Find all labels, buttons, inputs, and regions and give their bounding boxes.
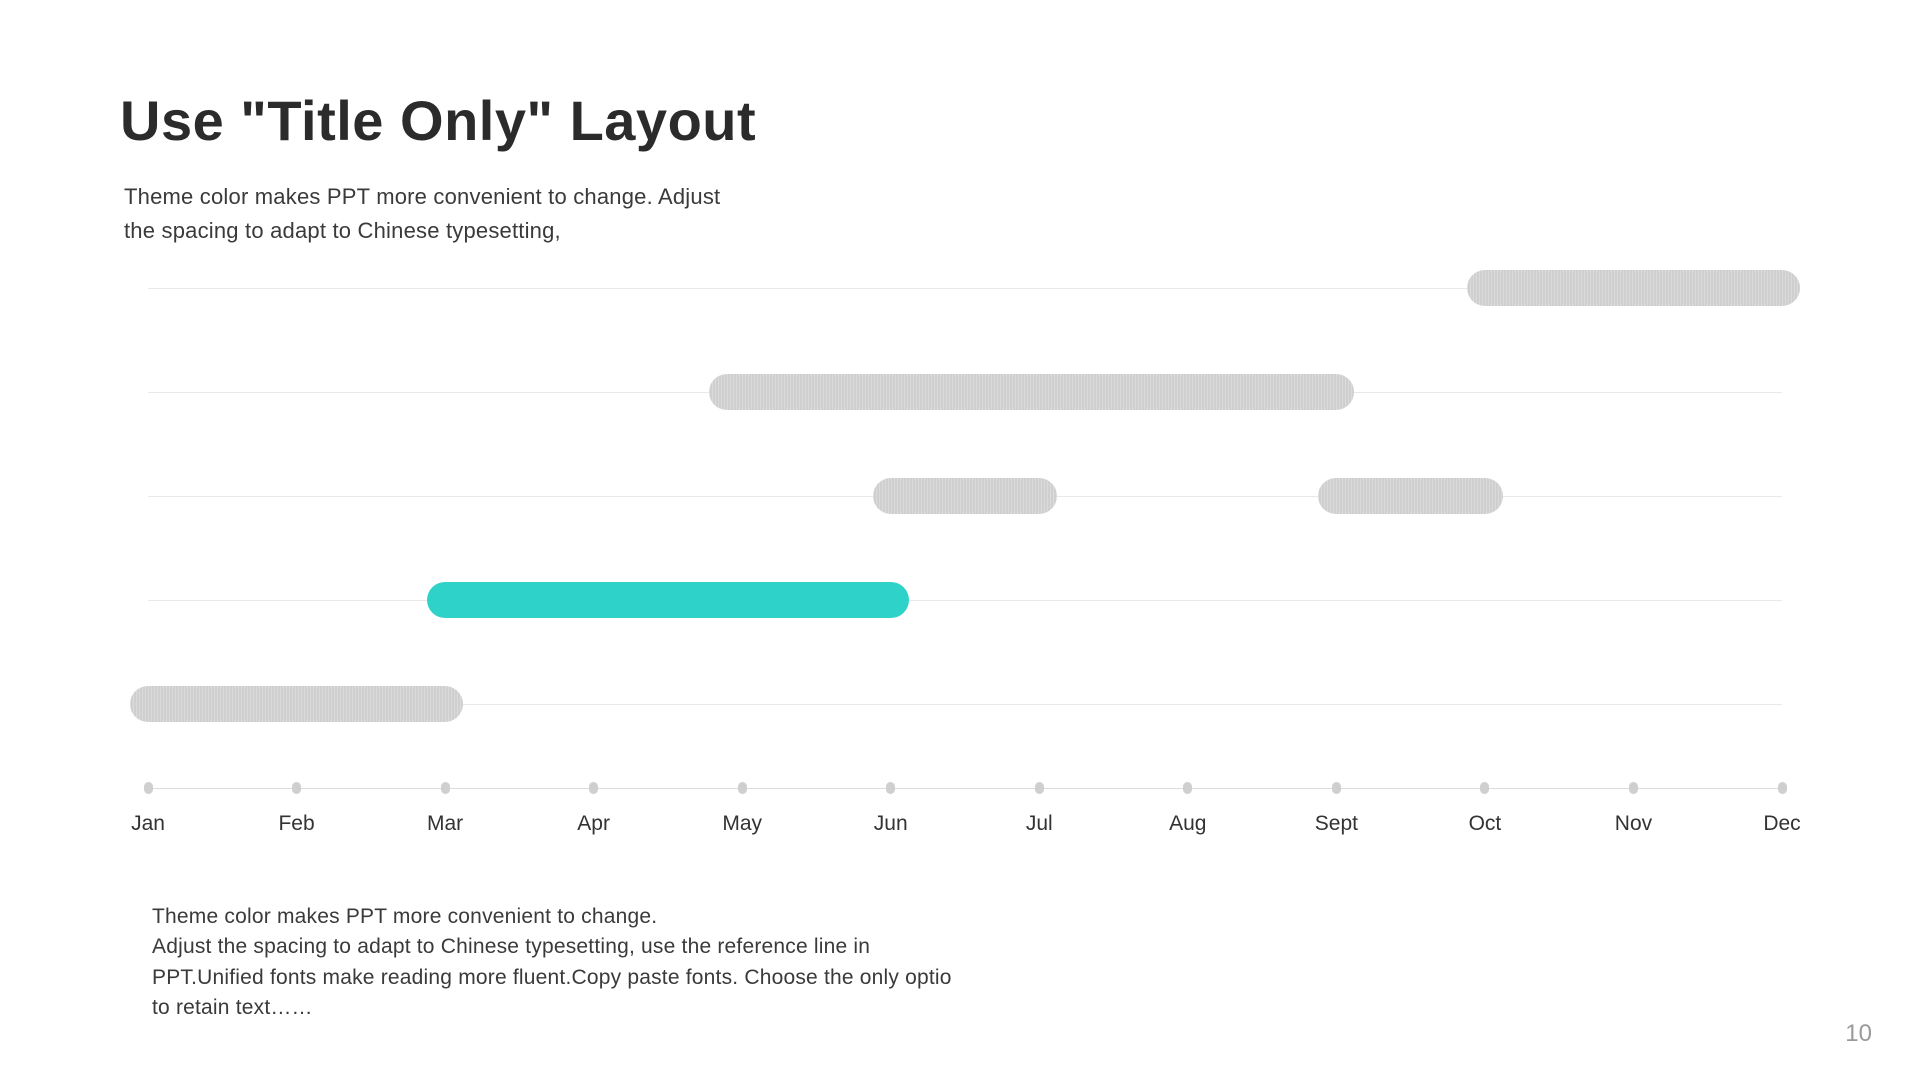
- page-number: 10: [1845, 1020, 1872, 1048]
- slide: Use "Title Only" Layout Theme color make…: [0, 0, 1920, 1080]
- tick-label: Nov: [1615, 812, 1652, 836]
- tick-dot-icon: [1778, 782, 1787, 794]
- tick-dot-icon: [441, 782, 450, 794]
- tick-dot-icon: [292, 782, 301, 794]
- tick-dot-icon: [1035, 782, 1044, 794]
- tick-label: Sept: [1315, 812, 1358, 836]
- tick-label: Mar: [427, 812, 463, 836]
- gantt-bar: [873, 478, 1058, 514]
- tick-label: Feb: [278, 812, 314, 836]
- axis-line: [148, 788, 1782, 789]
- tick-label: Apr: [577, 812, 610, 836]
- tick-dot-icon: [1332, 782, 1341, 794]
- tick-dot-icon: [886, 782, 895, 794]
- gantt-bar: [427, 582, 909, 618]
- gantt-bar: [709, 374, 1354, 410]
- tick-label: Dec: [1763, 812, 1800, 836]
- tick-dot-icon: [1183, 782, 1192, 794]
- gantt-bar: [130, 686, 463, 722]
- tick-label: Jun: [874, 812, 908, 836]
- tick-dot-icon: [738, 782, 747, 794]
- page-title: Use "Title Only" Layout: [120, 88, 756, 153]
- tick-dot-icon: [589, 782, 598, 794]
- gantt-bar: [1467, 270, 1800, 306]
- x-axis: JanFebMarAprMayJunJulAugSeptOctNovDec: [148, 788, 1782, 838]
- tick-label: Oct: [1469, 812, 1502, 836]
- footer-caption: Theme color makes PPT more convenient to…: [152, 902, 972, 1024]
- gantt-bar: [1318, 478, 1503, 514]
- tick-dot-icon: [1480, 782, 1489, 794]
- tick-label: Aug: [1169, 812, 1206, 836]
- grid-line: [148, 600, 1782, 601]
- tick-dot-icon: [1629, 782, 1638, 794]
- tick-label: May: [722, 812, 762, 836]
- gantt-chart: [148, 258, 1782, 788]
- tick-dot-icon: [144, 782, 153, 794]
- tick-label: Jan: [131, 812, 165, 836]
- page-subtitle: Theme color makes PPT more convenient to…: [124, 180, 744, 248]
- tick-label: Jul: [1026, 812, 1053, 836]
